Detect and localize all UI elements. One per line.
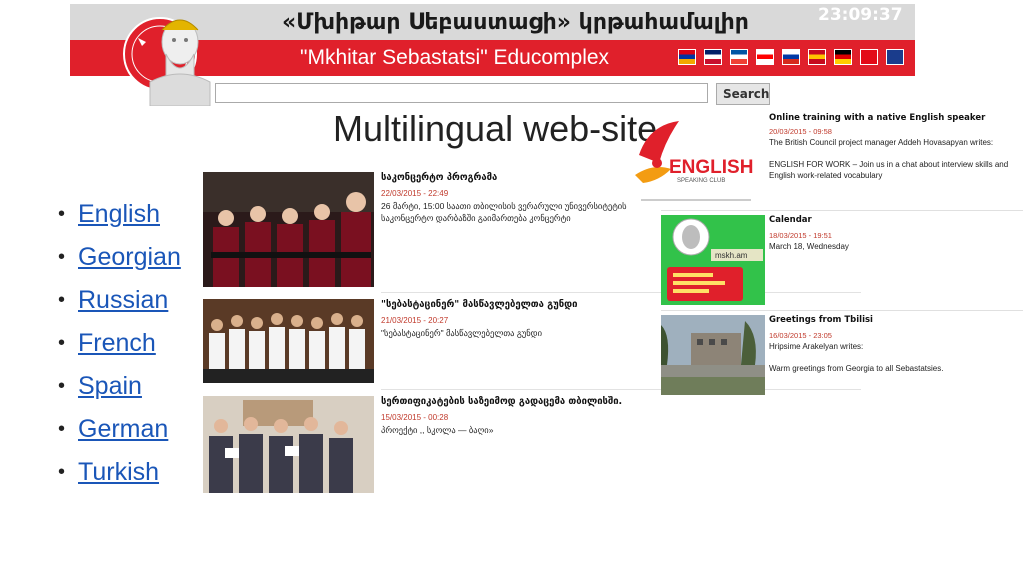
- german-flag-icon[interactable]: [834, 49, 852, 65]
- news-title[interactable]: საკონცერტო პროგრამა: [381, 172, 497, 183]
- sidebar-item-title[interactable]: Calendar: [769, 215, 812, 225]
- uk-flag-icon[interactable]: [704, 49, 722, 65]
- bullet-icon: •: [58, 418, 66, 440]
- sidebar-item-date: 20/03/2015 - 09:58: [769, 127, 832, 136]
- sidebar-item-title[interactable]: Greetings from Tbilisi: [769, 315, 873, 325]
- russian-flag-icon[interactable]: [782, 49, 800, 65]
- list-item: • English: [58, 193, 181, 236]
- language-link-german[interactable]: German: [78, 415, 168, 444]
- armenian-flag-icon[interactable]: [678, 49, 696, 65]
- spanish-flag-icon[interactable]: [808, 49, 826, 65]
- list-item: • French: [58, 322, 181, 365]
- language-link-georgian[interactable]: Georgian: [78, 243, 181, 272]
- list-item: • Turkish: [58, 451, 181, 494]
- list-item: • Georgian: [58, 236, 181, 279]
- language-link-turkish[interactable]: Turkish: [78, 458, 159, 487]
- bullet-icon: •: [58, 461, 66, 483]
- english-logo-subtext: SPEAKING CLUB: [677, 178, 725, 184]
- english-logo-text: ENGLISH: [669, 157, 753, 178]
- calendar-badge: mskh.am: [715, 251, 748, 260]
- language-link-english[interactable]: English: [78, 200, 160, 229]
- news-photo-choir[interactable]: [203, 172, 374, 287]
- french-flag-icon[interactable]: [730, 49, 748, 65]
- slide-title: Multilingual web-site: [333, 108, 658, 149]
- news-title[interactable]: "სებასტაცინერ" მასწავლებელთა გუნდი: [381, 299, 577, 310]
- sidebar-item-calendar: mskh.am Calendar 18/03/2015 - 19:51 Marc…: [661, 215, 1023, 311]
- divider: [661, 210, 1023, 211]
- sidebar-item-text: Hripsime Arakelyan writes:: [769, 342, 864, 351]
- language-flags: [678, 49, 904, 67]
- sidebar-item-text: ENGLISH FOR WORK – Join us in a chat abo…: [769, 160, 1009, 180]
- search-button[interactable]: Search: [716, 83, 770, 105]
- sidebar-item-text: The British Council project manager Adde…: [769, 138, 994, 147]
- news-item: სერთიფიკატების საზეიმოდ გადაცემა თბილისშ…: [203, 396, 658, 512]
- site-title-english: "Mkhitar Sebastatsi" Educomplex: [300, 46, 610, 69]
- clock: 23:09:37: [818, 5, 903, 25]
- news-item: საკონცერტო პროგრამა 22/03/2015 - 22:49 2…: [203, 172, 861, 293]
- sidebar-item-date: 18/03/2015 - 19:51: [769, 231, 832, 240]
- news-date: 15/03/2015 - 00:28: [381, 413, 449, 422]
- news-text: პროექტი ,, სკოლა — ბაღი»: [381, 425, 494, 435]
- list-item: • Russian: [58, 279, 181, 322]
- news-date: 21/03/2015 - 20:27: [381, 316, 449, 325]
- site-title-armenian: «Մխիթար Սեբաստացի» կրթահամալիր: [282, 10, 749, 35]
- news-photo-ensemble[interactable]: [203, 299, 374, 383]
- divider: [661, 310, 1023, 311]
- turkish-flag-icon[interactable]: [860, 49, 878, 65]
- bust-logo-icon: [123, 17, 211, 107]
- language-link-spain[interactable]: Spain: [78, 372, 142, 401]
- school-logo[interactable]: [122, 2, 218, 107]
- list-item: • German: [58, 408, 181, 451]
- tbilisi-photo[interactable]: [661, 315, 765, 395]
- language-link-russian[interactable]: Russian: [78, 286, 168, 315]
- bullet-icon: •: [58, 289, 66, 311]
- calendar-image[interactable]: mskh.am: [661, 215, 765, 305]
- bullet-icon: •: [58, 375, 66, 397]
- english-club-logo[interactable]: ENGLISH SPEAKING CLUB: [631, 115, 763, 209]
- news-text: 26 მარტი, 15:00 საათი თბილისის ვერარული …: [381, 201, 627, 223]
- sidebar-item-english-training: ENGLISH SPEAKING CLUB Online training wi…: [635, 113, 1023, 211]
- news-title[interactable]: სერთიფიკატების საზეიმოდ გადაცემა თბილისშ…: [381, 396, 622, 407]
- armenian-letter-icon[interactable]: [886, 49, 904, 65]
- language-list: • English • Georgian • Russian • French • Spa…: [58, 193, 181, 494]
- sidebar-item-greetings: Greetings from Tbilisi 16/03/2015 - 23:0…: [661, 315, 1023, 397]
- sidebar-item-text: Warm greetings from Georgia to all Sebas…: [769, 364, 944, 373]
- news-photo-certificates[interactable]: [203, 396, 374, 493]
- news-date: 22/03/2015 - 22:49: [381, 189, 449, 198]
- bullet-icon: •: [58, 203, 66, 225]
- georgian-flag-icon[interactable]: [756, 49, 774, 65]
- language-link-french[interactable]: French: [78, 329, 156, 358]
- list-item: • Spain: [58, 365, 181, 408]
- sidebar-item-title[interactable]: Online training with a native English sp…: [769, 113, 985, 123]
- news-text: "სებასტაცინერ" მასწავლებელთა გუნდი: [381, 328, 543, 338]
- bullet-icon: •: [58, 246, 66, 268]
- search-input[interactable]: [215, 83, 708, 103]
- bullet-icon: •: [58, 332, 66, 354]
- sidebar-item-text: March 18, Wednesday: [769, 242, 849, 251]
- sidebar-item-date: 16/03/2015 - 23:05: [769, 331, 832, 340]
